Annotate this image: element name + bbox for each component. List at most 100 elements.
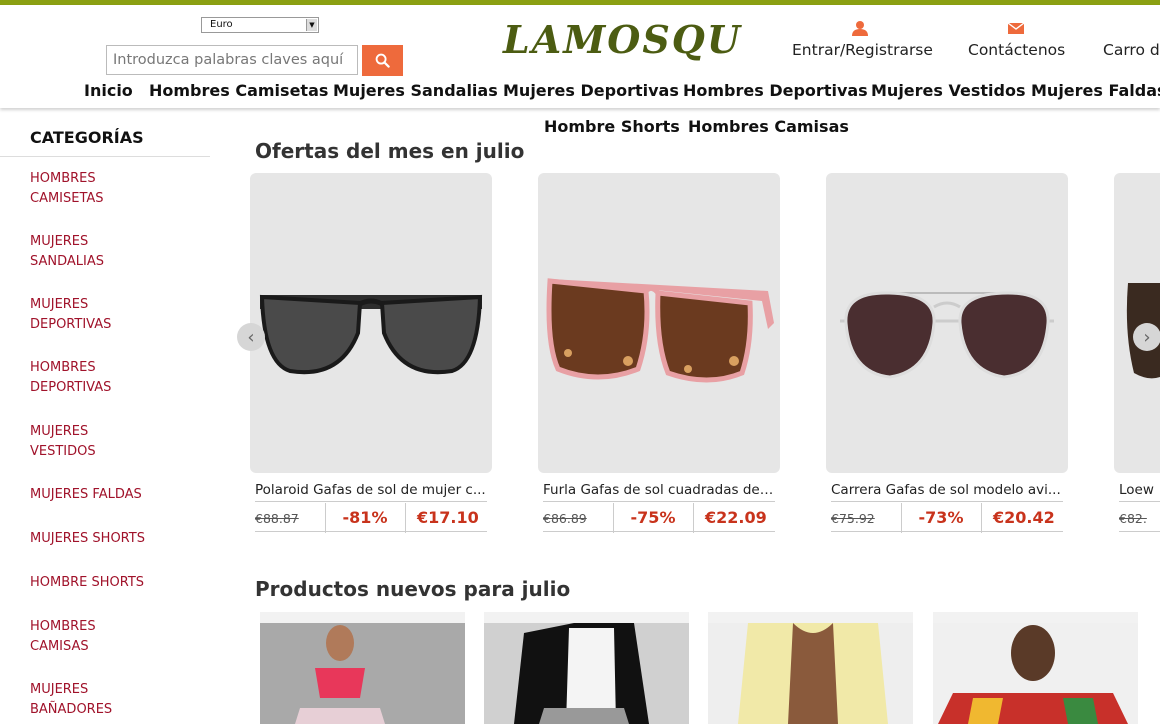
sidebar-item-mujeres-shorts[interactable]: MUJERES SHORTS: [30, 529, 180, 549]
sidebar-item-hombres-camisas[interactable]: HOMBRES CAMISAS: [30, 617, 180, 656]
sidebar-item-label: MUJERES: [30, 234, 89, 249]
chevron-left-icon: ‹: [247, 326, 255, 348]
chevron-right-icon: ›: [1143, 326, 1151, 348]
divider: [693, 503, 694, 533]
new-product-card[interactable]: [933, 612, 1138, 724]
cart-label: Carro d: [1103, 41, 1160, 59]
search-button[interactable]: [362, 45, 403, 76]
sidebar-item-label: MUJERES SHORTS: [30, 531, 145, 546]
product-card[interactable]: Polaroid Gafas de sol de mujer c... €88.…: [250, 173, 492, 533]
site-logo[interactable]: LAMOSQU: [503, 17, 740, 63]
product-photo: [938, 625, 1128, 724]
carousel-next-button[interactable]: ›: [1133, 323, 1160, 351]
category-sidebar: CATEGORÍAS HOMBRES CAMISETAS MUJERES SAN…: [0, 108, 210, 724]
divider: [1119, 531, 1160, 532]
nav-item-mujeres-vestidos[interactable]: Mujeres Vestidos: [871, 81, 1025, 100]
product-title[interactable]: Furla Gafas de sol cuadradas de ...: [543, 482, 775, 498]
product-title[interactable]: Polaroid Gafas de sol de mujer c...: [255, 482, 487, 498]
product-image: [484, 623, 689, 724]
new-product-card[interactable]: [484, 612, 689, 724]
sidebar-item-mujeres-faldas[interactable]: MUJERES FALDAS: [30, 485, 180, 505]
chevron-down-icon: ▼: [306, 19, 317, 31]
sidebar-item-label: MUJERES: [30, 682, 89, 697]
nav-item-mujeres-deportivas[interactable]: Mujeres Deportivas: [503, 81, 679, 100]
product-image: [260, 623, 465, 724]
product-image[interactable]: [826, 173, 1068, 473]
sidebar-title: CATEGORÍAS: [30, 128, 144, 147]
divider: [255, 531, 487, 532]
deals-title: Ofertas del mes en julio: [255, 139, 525, 163]
sidebar-item-mujeres-deportivas[interactable]: MUJERES DEPORTIVAS: [30, 295, 180, 334]
nav-item-hombres-camisetas[interactable]: Hombres Camisetas: [149, 81, 328, 100]
sidebar-item-hombres-camisetas[interactable]: HOMBRES CAMISETAS: [30, 169, 180, 208]
carousel-prev-button[interactable]: ‹: [237, 323, 265, 351]
sidebar-item-label: CAMISAS: [30, 638, 89, 654]
search-input[interactable]: [106, 45, 358, 75]
old-price: €75.92: [831, 511, 875, 526]
divider: [831, 531, 1063, 532]
cart-link[interactable]: Carro d: [1103, 19, 1160, 59]
product-image: [708, 623, 913, 724]
product-title[interactable]: Carrera Gafas de sol modelo avi...: [831, 482, 1063, 498]
sidebar-item-label: VESTIDOS: [30, 443, 96, 459]
sidebar-item-label: HOMBRES: [30, 171, 96, 186]
nav-item-mujeres-sandalias[interactable]: Mujeres Sandalias: [333, 81, 498, 100]
nav-item-inicio[interactable]: Inicio: [84, 81, 133, 100]
product-image[interactable]: [250, 173, 492, 473]
sidebar-item-hombre-shorts[interactable]: HOMBRE SHORTS: [30, 573, 180, 593]
product-image[interactable]: [538, 173, 780, 473]
old-price: €88.87: [255, 511, 299, 526]
sunglasses-image: [840, 291, 1054, 379]
old-price: €82.: [1119, 511, 1147, 526]
discount-badge: -81%: [342, 508, 388, 527]
currency-value: Euro: [210, 19, 233, 30]
sidebar-item-label: HOMBRE SHORTS: [30, 575, 145, 590]
sidebar-item-mujeres-sandalias[interactable]: MUJERES SANDALIAS: [30, 232, 180, 271]
login-label: Entrar/Registrarse: [792, 41, 933, 59]
sale-price: €20.42: [993, 508, 1055, 527]
product-title[interactable]: Loew: [1119, 482, 1160, 498]
contact-link[interactable]: Contáctenos: [968, 19, 1065, 59]
product-image[interactable]: [1114, 173, 1160, 473]
divider: [543, 531, 775, 532]
divider: [981, 503, 982, 533]
divider: [831, 501, 1063, 502]
sidebar-divider: [0, 156, 210, 157]
product-card[interactable]: Loew €82.: [1114, 173, 1160, 533]
discount-badge: -73%: [918, 508, 964, 527]
sidebar-item-hombres-deportivas[interactable]: HOMBRES DEPORTIVAS: [30, 358, 180, 397]
sidebar-item-label: CAMISETAS: [30, 190, 104, 206]
discount-badge: -75%: [630, 508, 676, 527]
sunglasses-image: [1126, 283, 1160, 379]
sidebar-item-label: HOMBRES: [30, 360, 96, 375]
sidebar-item-label: HOMBRES: [30, 619, 96, 634]
sidebar-item-mujeres-vestidos[interactable]: MUJERES VESTIDOS: [30, 422, 180, 461]
nav-item-hombres-camisas[interactable]: Hombres Camisas: [688, 117, 849, 136]
product-card[interactable]: Furla Gafas de sol cuadradas de ... €86.…: [538, 173, 780, 533]
divider: [255, 501, 487, 502]
cart-icon: [1103, 19, 1160, 37]
product-card[interactable]: Carrera Gafas de sol modelo avi... €75.9…: [826, 173, 1068, 533]
new-products-title: Productos nuevos para julio: [255, 577, 571, 601]
contact-label: Contáctenos: [968, 41, 1066, 59]
divider: [405, 503, 406, 533]
new-product-card[interactable]: [260, 612, 465, 724]
sidebar-item-label: BAÑADORES: [30, 701, 113, 717]
currency-select[interactable]: Euro ▼: [201, 17, 319, 33]
sale-price: €17.10: [417, 508, 479, 527]
sunglasses-image: [259, 294, 483, 375]
product-photo: [514, 623, 649, 724]
sunglasses-image: [546, 278, 774, 383]
search-icon: [375, 53, 390, 68]
sidebar-item-label: SANDALIAS: [30, 253, 105, 269]
sale-price: €22.09: [705, 508, 767, 527]
sidebar-item-label: MUJERES: [30, 424, 89, 439]
new-product-card[interactable]: [708, 612, 913, 724]
nav-item-hombre-shorts[interactable]: Hombre Shorts: [544, 117, 680, 136]
login-link[interactable]: Entrar/Registrarse: [792, 19, 933, 59]
nav-item-mujeres-faldas[interactable]: Mujeres Faldas: [1031, 81, 1160, 100]
sidebar-item-mujeres-banadores[interactable]: MUJERES BAÑADORES: [30, 680, 180, 719]
nav-item-hombres-deportivas[interactable]: Hombres Deportivas: [683, 81, 868, 100]
divider: [543, 501, 775, 502]
sidebar-item-label: DEPORTIVAS: [30, 316, 112, 332]
